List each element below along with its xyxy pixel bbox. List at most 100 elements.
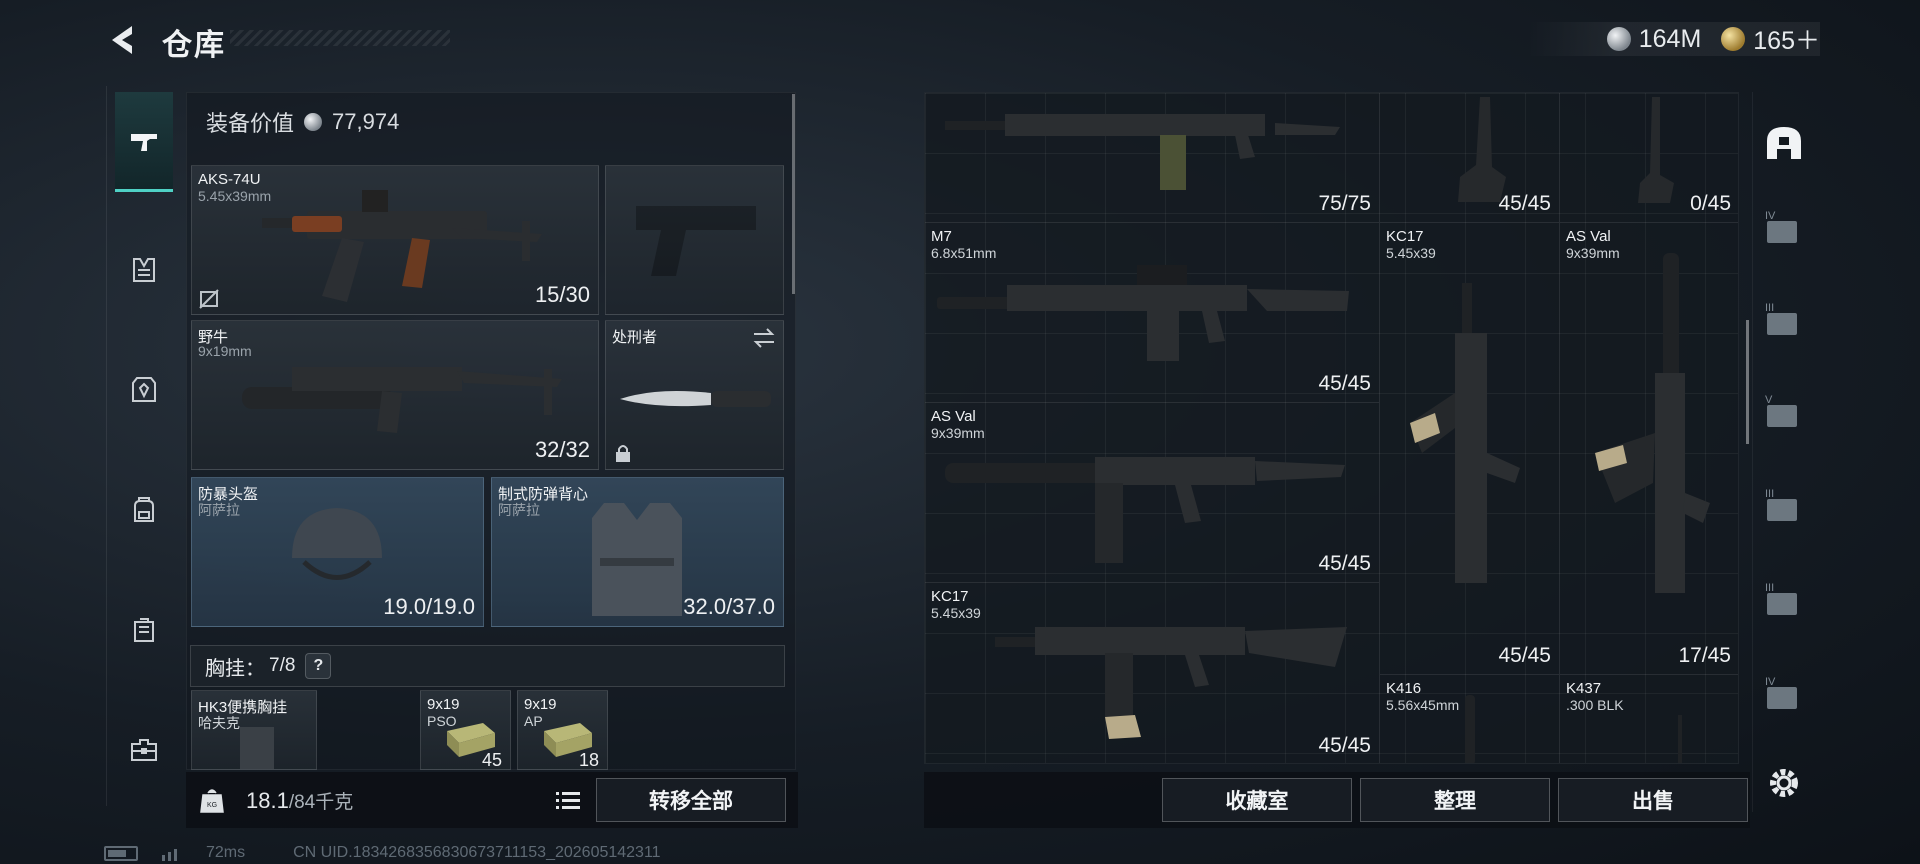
- filter-armor-level[interactable]: V: [1761, 388, 1807, 434]
- storage-item[interactable]: 45/45: [1380, 93, 1560, 223]
- chest-rig-icon: [133, 258, 155, 282]
- as-val-rifle-vertical-image: [1595, 253, 1710, 593]
- filter-helmet[interactable]: [1761, 120, 1807, 166]
- backpack-icon: [134, 497, 154, 522]
- melee-name: 处刑者: [612, 329, 658, 346]
- ammo-item[interactable]: 9x19 PSO 45: [420, 690, 511, 770]
- chest-rig-item[interactable]: HK3便携胸挂 哈夫克: [191, 690, 317, 770]
- durability: 32.0/37.0: [683, 594, 775, 619]
- chest-rig-label: 胸挂：: [205, 657, 265, 680]
- filter-armor-level[interactable]: IV: [1761, 670, 1807, 716]
- category-case[interactable]: [115, 580, 173, 680]
- ammo-count: 45/45: [1318, 372, 1371, 395]
- swap-icon[interactable]: [752, 327, 776, 349]
- weight-display: 18.1/84千克: [246, 787, 353, 814]
- secondary-weapon-slot[interactable]: 野牛 9x19mm 32/32: [191, 320, 599, 470]
- helmet-brand: 阿萨拉: [198, 502, 240, 518]
- storage-filter-rail: IV III V III III IV: [1752, 92, 1814, 812]
- status-line: 72ms CN UID.1834268356830673711153_20260…: [104, 844, 661, 862]
- svg-text:III: III: [1765, 582, 1774, 594]
- svg-text:III: III: [1765, 488, 1774, 500]
- category-toolbox[interactable]: [115, 700, 173, 800]
- armor-level-3-icon: III: [1765, 302, 1797, 335]
- back-arrow-icon: [112, 26, 132, 54]
- helmet-slot[interactable]: 防暴头盔 阿萨拉 19.0/19.0: [191, 477, 484, 627]
- ammo-stack: 45: [481, 750, 502, 770]
- armor-brand: 阿萨拉: [498, 502, 540, 518]
- chest-rig-image: [240, 727, 274, 769]
- silver-amount: 164M: [1638, 24, 1702, 53]
- kc17-rifle-image: [995, 627, 1347, 739]
- svg-text:IV: IV: [1765, 210, 1776, 222]
- armor-level-3-icon: III: [1765, 582, 1797, 615]
- weapon-name: K416: [1386, 680, 1422, 697]
- as-val-rifle-image: [945, 457, 1345, 563]
- storage-item[interactable]: K437 .300 BLK: [1560, 675, 1738, 763]
- equip-value-amount: 77,974: [332, 109, 400, 134]
- weapon-caliber: .300 BLK: [1566, 697, 1624, 713]
- weapon-caliber: 5.45x39: [1386, 245, 1436, 261]
- svg-text:III: III: [1765, 302, 1774, 314]
- bizon-smg-image: [242, 367, 562, 433]
- ammo-caliber: 9x19: [524, 696, 557, 713]
- sidearm-slot-empty[interactable]: [605, 165, 784, 315]
- ping: 72ms: [206, 844, 246, 861]
- kc17-rifle-vertical-image: [1410, 283, 1520, 583]
- storage-item[interactable]: AS Val 9x39mm 17/45: [1560, 223, 1738, 675]
- storage-item[interactable]: 75/75: [925, 93, 1380, 223]
- weapon-caliber: 5.45x39: [931, 605, 981, 621]
- ammo-count: 15/30: [534, 282, 590, 307]
- armor-level-3-icon: III: [1765, 488, 1797, 521]
- ammo-count: 45/45: [1498, 192, 1551, 215]
- storage-item[interactable]: M7 6.8x51mm 45/45: [925, 223, 1380, 403]
- storage-item[interactable]: KC17 5.45x39 45/45: [925, 583, 1380, 763]
- filter-armor-level[interactable]: III: [1761, 296, 1807, 342]
- stock-image: [1458, 97, 1506, 202]
- storage-item[interactable]: K416 5.56x45mm: [1380, 675, 1560, 763]
- filter-armor-level[interactable]: IV: [1761, 204, 1807, 250]
- body-armor-slot[interactable]: 制式防弹背心 阿萨拉 32.0/37.0: [491, 477, 784, 627]
- pistol-icon: [131, 133, 157, 151]
- storage-item[interactable]: AS Val 9x39mm 45/45: [925, 403, 1380, 583]
- melee-slot[interactable]: 处刑者: [605, 320, 784, 470]
- settings-button[interactable]: [1761, 760, 1807, 806]
- storage-item[interactable]: 0/45: [1560, 93, 1738, 223]
- ammo-item[interactable]: 9x19 AP 18: [517, 690, 608, 770]
- ammo-count: 45/45: [1318, 734, 1371, 757]
- sort-button[interactable]: 整理: [1360, 778, 1550, 822]
- sell-button[interactable]: 出售: [1558, 778, 1748, 822]
- knife-image: [620, 391, 771, 407]
- list-view-button[interactable]: [552, 784, 584, 816]
- ammo-caliber: 9x19: [427, 696, 460, 713]
- category-weapons[interactable]: [115, 92, 173, 192]
- help-button[interactable]: ?: [305, 653, 332, 679]
- durability: 19.0/19.0: [383, 594, 475, 619]
- uid: CN UID.1834268356830673711153_2026051423…: [293, 844, 661, 861]
- silver-currency[interactable]: 164M: [1606, 24, 1702, 54]
- settings-gear-icon: [1770, 769, 1798, 797]
- weapon-name: AS Val: [1566, 228, 1611, 245]
- storage-item[interactable]: KC17 5.45x39 45/45: [1380, 223, 1560, 675]
- filter-armor-level[interactable]: III: [1761, 482, 1807, 528]
- armor-level-4-icon: IV: [1765, 210, 1797, 243]
- weapon-name: M7: [931, 228, 952, 245]
- helmet-image: [292, 508, 382, 580]
- silver-coin-icon: [1606, 27, 1631, 51]
- battery-icon: [104, 845, 138, 861]
- loadout-scrollbar[interactable]: [792, 94, 795, 294]
- primary-weapon-slot[interactable]: AKS-74U 5.45x39mm 15/30: [191, 165, 599, 315]
- armor-vest-icon: [132, 377, 156, 402]
- lmg-image: [945, 114, 1340, 190]
- category-backpack[interactable]: [115, 460, 173, 560]
- category-armor[interactable]: [115, 340, 173, 440]
- collection-room-button[interactable]: 收藏室: [1162, 778, 1352, 822]
- category-chest-rig[interactable]: [115, 220, 173, 320]
- back-button[interactable]: [104, 20, 144, 60]
- gold-currency[interactable]: 165＋: [1721, 21, 1820, 57]
- ammo-count: 17/45: [1678, 644, 1731, 667]
- transfer-all-button[interactable]: 转移全部: [596, 778, 786, 822]
- signal-icon: [162, 849, 177, 861]
- body-armor-image: [592, 503, 682, 616]
- storage-scrollbar[interactable]: [1746, 320, 1749, 444]
- filter-armor-level[interactable]: III: [1761, 576, 1807, 622]
